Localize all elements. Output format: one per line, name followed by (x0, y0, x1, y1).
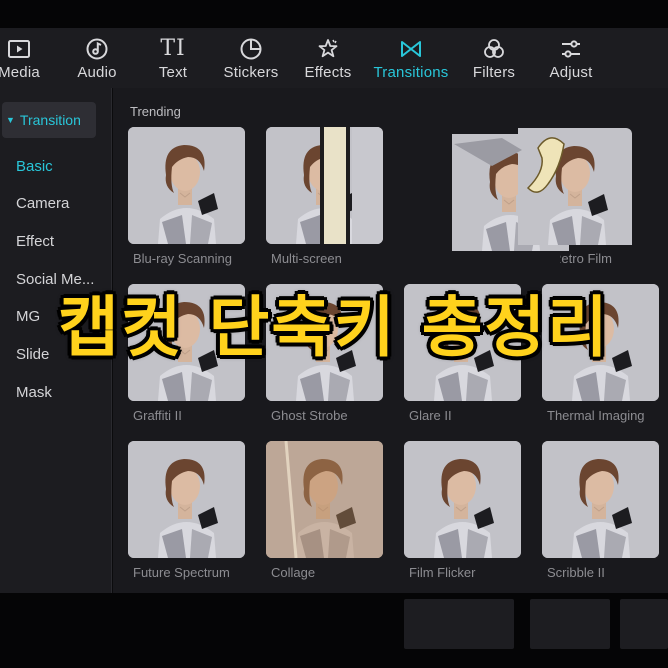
overlay-title-text: 캡컷 단축키 총정리 (58, 289, 610, 366)
thumbnail-image (266, 127, 383, 244)
stickers-icon (239, 36, 263, 62)
card-label: Multi-screen (271, 251, 342, 266)
main-toolbar: Media Audio TI Text Stickers Effects Tra… (0, 28, 668, 88)
tab-stickers[interactable]: Stickers (220, 28, 282, 88)
thumbnail-image (542, 441, 659, 558)
card-label: Blu-ray Scanning (133, 251, 232, 266)
tab-audio[interactable]: Audio (71, 28, 123, 88)
bottom-bar (0, 593, 668, 668)
filters-icon (482, 36, 506, 62)
thumbnail-image (128, 127, 245, 244)
tab-effects-label: Effects (304, 63, 352, 81)
sidebar-item-effect[interactable]: Effect (16, 233, 108, 250)
sidebar-item-mask[interactable]: Mask (16, 384, 108, 401)
card-label: Graffiti II (133, 408, 182, 423)
adjust-icon (559, 36, 583, 62)
tab-effects[interactable]: Effects (300, 28, 356, 88)
title-overlay: 캡컷 단축키 총정리 (0, 272, 668, 372)
text-icon: TI (160, 35, 186, 61)
blurred-region (620, 599, 668, 649)
card-label: Future Spectrum (133, 565, 230, 580)
tab-stickers-label: Stickers (223, 63, 279, 81)
section-title-trending: Trending (130, 104, 181, 119)
transitions-icon (399, 36, 423, 62)
transition-card-film-flicker[interactable] (404, 441, 521, 558)
audio-icon (85, 36, 109, 62)
thumbnail-image (452, 128, 632, 252)
card-label: Scribble II (547, 565, 605, 580)
tab-text[interactable]: TI Text (150, 28, 196, 88)
card-label: Film Flicker (409, 565, 476, 580)
transition-card-scribble-ii[interactable] (542, 441, 659, 558)
sidebar-item-basic[interactable]: Basic (16, 158, 108, 175)
tab-text-label: Text (158, 63, 188, 81)
thumbnail-image (266, 441, 383, 558)
tab-media-label: Media (0, 63, 40, 81)
transition-card-future-spectrum[interactable] (128, 441, 245, 558)
transition-card-retro-film[interactable] (452, 128, 632, 260)
tab-filters-label: Filters (472, 63, 516, 81)
thumbnail-image (404, 441, 521, 558)
tab-transitions-label: Transitions (373, 63, 449, 81)
card-label: Retro Film (560, 251, 612, 266)
media-icon (7, 36, 31, 62)
card-label: Collage (271, 565, 316, 580)
tab-adjust-label: Adjust (549, 63, 593, 81)
transition-card-blu-ray-scanning[interactable] (128, 127, 245, 244)
sidebar-item-camera[interactable]: Camera (16, 195, 108, 212)
tab-adjust[interactable]: Adjust (544, 28, 598, 88)
card-label: Glare II (409, 408, 452, 423)
tab-audio-label: Audio (77, 63, 117, 81)
transition-card-collage[interactable] (266, 441, 383, 558)
sidebar-header-transition[interactable]: ▼ Transition (2, 102, 96, 138)
sidebar-header-label: Transition (19, 112, 81, 128)
effects-icon (316, 36, 340, 62)
blurred-region (404, 599, 514, 649)
window-top-bar (0, 0, 668, 28)
tab-media[interactable]: Media (0, 28, 44, 88)
transition-card-multi-screen[interactable] (266, 127, 383, 244)
thumbnail-image (128, 441, 245, 558)
tab-filters[interactable]: Filters (468, 28, 520, 88)
caret-down-icon: ▼ (6, 115, 15, 125)
blurred-region (530, 599, 610, 649)
card-label: Ghost Strobe (271, 408, 348, 423)
tab-transitions[interactable]: Transitions (370, 28, 452, 88)
card-label: Thermal Imaging (547, 408, 645, 423)
